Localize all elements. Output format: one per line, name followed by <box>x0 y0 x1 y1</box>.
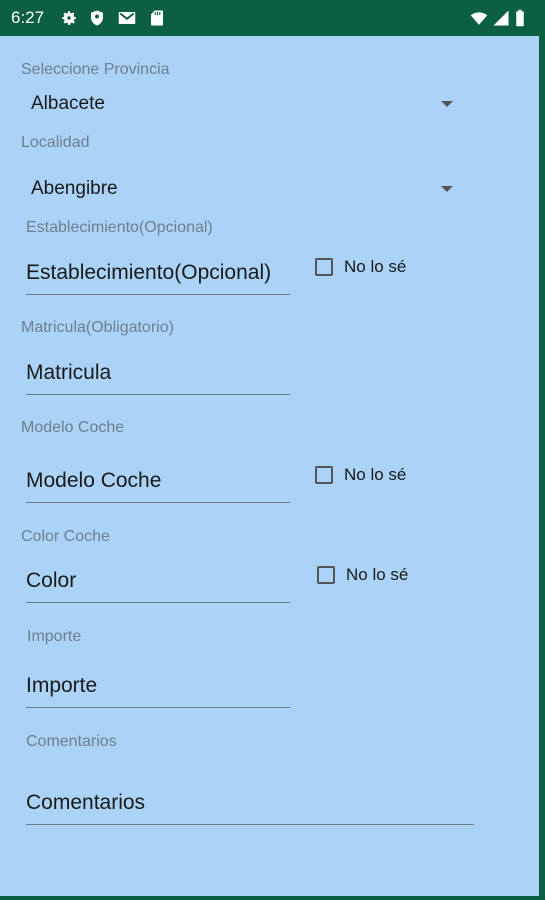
matricula-field[interactable] <box>26 354 290 395</box>
checkbox-label: No lo sé <box>344 257 407 276</box>
matricula-input[interactable] <box>26 354 290 392</box>
localidad-dropdown[interactable]: Abengibre <box>21 172 461 206</box>
status-time: 6:27 <box>11 8 45 27</box>
importe-label: Importe <box>27 628 82 645</box>
shield-icon <box>91 10 103 26</box>
app-screen: 6:27 Seleccione Provincia Albacete Local… <box>0 0 539 900</box>
importe-input[interactable] <box>26 667 290 705</box>
sd-card-icon <box>151 10 163 26</box>
modelo-unknown-checkbox[interactable]: No lo sé <box>315 465 406 485</box>
checkbox-box[interactable] <box>317 566 335 584</box>
modelo-field[interactable] <box>26 462 290 503</box>
provincia-dropdown[interactable]: Albacete <box>21 88 461 122</box>
establecimiento-input[interactable] <box>26 254 290 292</box>
matricula-label: Matricula(Obligatorio) <box>21 319 174 336</box>
modelo-input[interactable] <box>26 462 290 500</box>
comentarios-label: Comentarios <box>26 733 117 750</box>
establecimiento-label: Establecimiento(Opcional) <box>26 219 213 236</box>
color-unknown-checkbox[interactable]: No lo sé <box>317 565 408 585</box>
chevron-down-icon <box>441 186 453 192</box>
modelo-label: Modelo Coche <box>21 419 125 436</box>
color-label: Color Coche <box>21 528 110 545</box>
window-edge-bottom <box>0 896 545 900</box>
checkbox-label: No lo sé <box>344 465 407 484</box>
checkbox-label: No lo sé <box>346 565 409 584</box>
checkbox-box[interactable] <box>315 258 333 276</box>
provincia-selected-value: Albacete <box>31 93 105 114</box>
comentarios-field[interactable] <box>26 784 474 825</box>
gmail-icon <box>118 12 136 24</box>
window-edge <box>539 0 545 900</box>
color-input[interactable] <box>26 562 290 600</box>
checkbox-box[interactable] <box>315 466 333 484</box>
establecimiento-unknown-checkbox[interactable]: No lo sé <box>315 257 406 277</box>
establecimiento-field[interactable] <box>26 254 290 295</box>
gear-icon <box>62 11 76 25</box>
battery-icon <box>516 9 524 27</box>
localidad-selected-value: Abengibre <box>31 178 118 199</box>
signal-icon <box>493 10 509 26</box>
comentarios-input[interactable] <box>26 784 474 822</box>
status-bar: 6:27 <box>0 0 539 36</box>
chevron-down-icon <box>441 101 453 107</box>
provincia-label: Seleccione Provincia <box>21 61 170 78</box>
importe-field[interactable] <box>26 667 290 708</box>
color-field[interactable] <box>26 562 290 603</box>
wifi-icon <box>470 12 488 25</box>
localidad-label: Localidad <box>21 134 90 151</box>
